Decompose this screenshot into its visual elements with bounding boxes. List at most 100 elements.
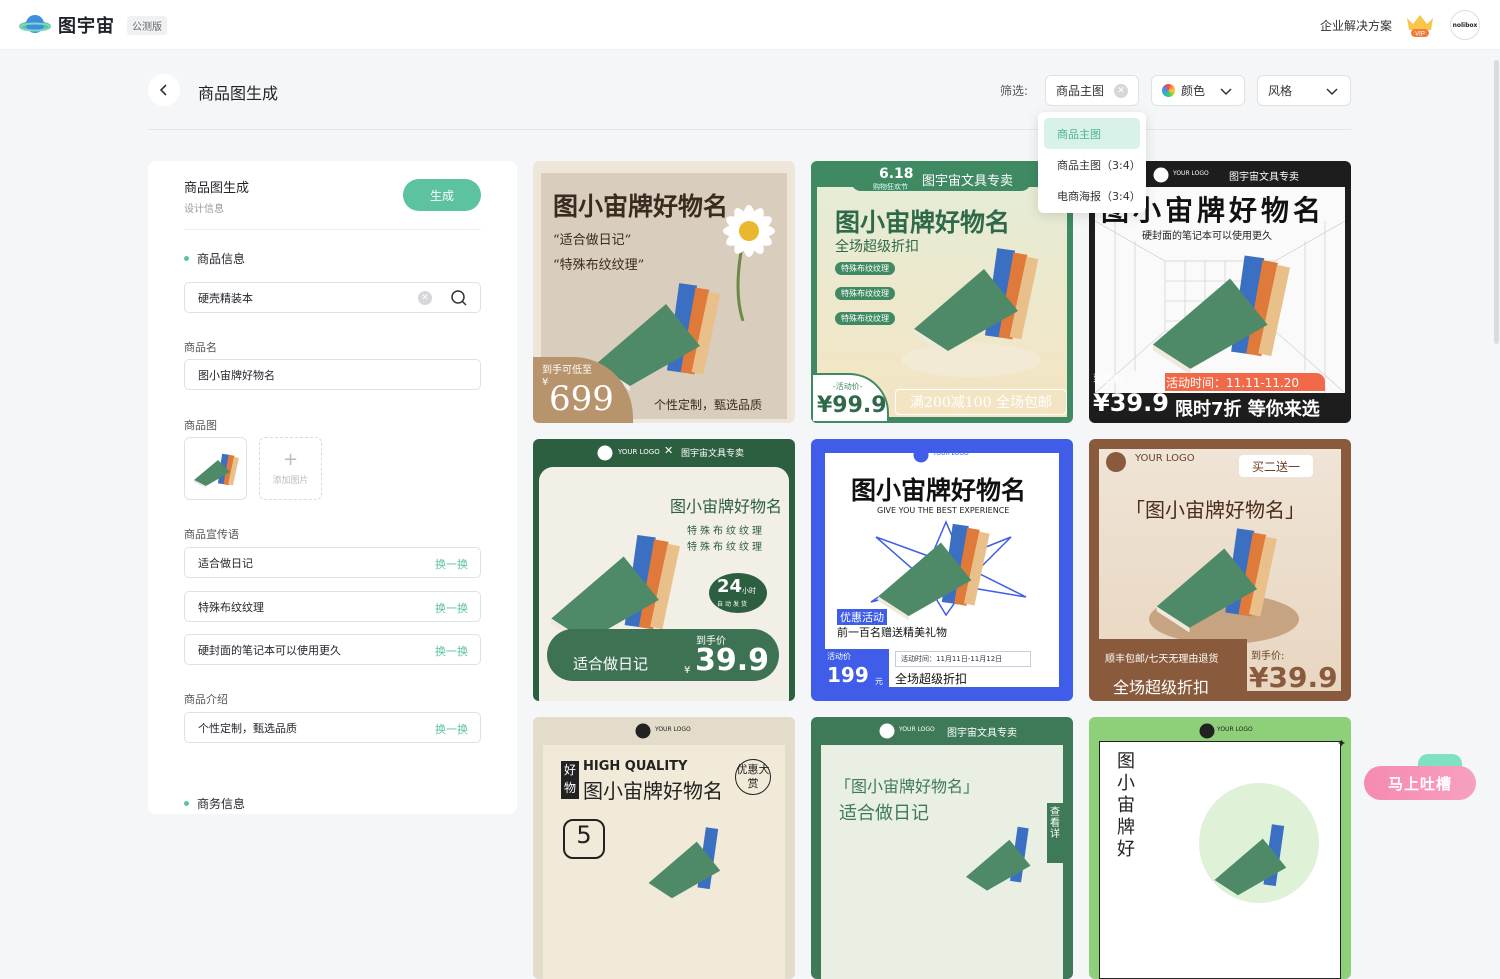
swap-button[interactable]: 换一换	[435, 556, 468, 572]
panel-subtitle: 设计信息	[184, 204, 224, 215]
slogan-value: 硬封面的笔记本可以使用更久	[198, 643, 341, 657]
logo-badge-icon	[635, 723, 651, 739]
notebook-product-icon	[1214, 824, 1287, 896]
product-search-input[interactable]: 硬壳精装本 ✕	[184, 282, 481, 313]
logo-badge-icon	[1106, 452, 1126, 472]
tag-pill: 特殊布纹纹理	[835, 262, 895, 275]
template-card-9[interactable]: YOUR LOGO 图小宙牌好 ✦	[1089, 717, 1351, 979]
type-filter-dropdown: 商品主图 商品主图（3:4） 电商海报（3:4）	[1038, 112, 1146, 213]
app-logo[interactable]: 图宇宙 公测版	[18, 12, 167, 38]
template-card-8[interactable]: YOUR LOGO 图宇宙文具专卖 「图小宙牌好物名」 适合做日记 查看详	[811, 717, 1073, 979]
planet-logo-icon	[19, 15, 51, 33]
intro-value: 个性定制，甄选品质	[198, 721, 297, 735]
promo: 限时7折 等你来选	[1175, 399, 1320, 420]
slogan-input-3[interactable]: 硬封面的笔记本可以使用更久 换一换	[184, 634, 481, 665]
intro-input[interactable]: 个性定制，甄选品质 换一换	[184, 712, 481, 743]
brand: 图宇宙文具专卖	[922, 174, 1014, 189]
price-label: 到手价:	[1093, 374, 1127, 385]
vip-label: VIP	[1415, 32, 1425, 38]
promo-tag: 买二送一	[1239, 455, 1313, 477]
type-filter-select[interactable]: 商品主图 ✕	[1045, 75, 1139, 106]
vip-crown-icon[interactable]: VIP	[1404, 12, 1436, 38]
add-image-button[interactable]: + 添加图片	[259, 437, 322, 500]
close-x-icon: ✕	[664, 444, 674, 457]
sparkle-icon: ✦	[1337, 737, 1347, 750]
enterprise-solutions-link[interactable]: 企业解决方案	[1320, 17, 1392, 34]
product-image-label: 商品图	[184, 419, 217, 432]
color-filter-select[interactable]: 颜色	[1151, 75, 1245, 106]
side-tag: 好物	[561, 761, 579, 799]
event-time: 活动时间：11.11-11.20	[1166, 376, 1300, 390]
logo-text: YOUR LOGO	[1135, 453, 1195, 464]
swap-button[interactable]: 换一换	[435, 721, 468, 737]
feedback-button[interactable]: 马上吐槽	[1364, 766, 1476, 800]
price-label: 活动价	[827, 652, 851, 661]
header-divider	[148, 129, 1351, 130]
panel-divider	[184, 229, 481, 230]
product-name-label: 商品名	[184, 341, 217, 354]
card-title: 「图小宙牌好物名」	[835, 777, 980, 796]
template-card-4[interactable]: YOUR LOGO ✕ 图宇宙文具专卖 图小宙牌好物名 特殊布纹纹理 特殊布纹纹…	[533, 439, 795, 701]
logo-badge-icon	[879, 723, 895, 739]
vertical-title: 图小宙牌好	[1117, 751, 1135, 860]
type-filter-value: 商品主图	[1056, 84, 1105, 98]
card-title: 「图小宙牌好物名」	[1125, 498, 1305, 522]
product-name-input[interactable]: 图小宙牌好物名	[184, 359, 481, 390]
price-unit: 元	[875, 677, 883, 686]
back-button[interactable]	[148, 74, 180, 106]
number-badge: 5	[563, 819, 605, 859]
product-form-panel: 商品图生成 设计信息 生成 商品信息 硬壳精装本 ✕ 商品名 图小宙牌好物名 商…	[148, 161, 517, 814]
card-line: 特殊布纹纹理	[687, 542, 765, 553]
section-business-info: 商务信息	[184, 795, 245, 812]
tag-pill: 特殊布纹纹理	[835, 312, 895, 325]
notebook-product-icon	[914, 248, 1039, 356]
page-scrollbar[interactable]	[1494, 60, 1499, 344]
template-card-5[interactable]: YOUR LOGO 图小宙牌好物名 GIVE YOU THE BEST EXPE…	[811, 439, 1073, 701]
template-card-7[interactable]: YOUR LOGO 好物 HIGH QUALITY 图小宙牌好物名 优惠大赏 5	[533, 717, 795, 979]
hours-sub: 自动发货	[717, 601, 750, 608]
discount: 全场超级折扣	[1113, 678, 1210, 697]
notebook-product-icon	[1152, 255, 1291, 375]
card-title: 图小宙牌好物名	[835, 208, 1011, 237]
clear-input-icon[interactable]: ✕	[418, 291, 432, 305]
logo-text: YOUR LOGO	[1217, 726, 1253, 733]
dropdown-option[interactable]: 商品主图	[1044, 118, 1140, 149]
product-name-value: 图小宙牌好物名	[198, 368, 275, 382]
section-product-info: 商品信息	[184, 250, 245, 267]
slogan-input-1[interactable]: 适合做日记 换一换	[184, 547, 481, 578]
promo-banner: 满200减100 全场包邮	[895, 389, 1067, 415]
card-subtitle: 适合做日记	[839, 803, 929, 824]
notebook-product-icon	[648, 827, 721, 899]
template-card-6[interactable]: YOUR LOGO 买二送一 「图小宙牌好物名」 顺丰包邮/七天无理由退货 全场…	[1089, 439, 1351, 701]
notebook-product-icon	[1156, 528, 1277, 633]
slogan-value: 特殊布纹纹理	[198, 600, 264, 614]
template-card-2[interactable]: 6.18 购物狂欢节 图宇宙文具专卖 图小宙牌好物名 全场超级折扣 特殊布纹纹理…	[811, 161, 1073, 423]
template-card-1[interactable]: 图小宙牌好物名 “适合做日记” “特殊布纹纹理” 到手可低至 ¥ 699 个性定…	[533, 161, 795, 423]
discount: 全场超级折扣	[895, 672, 968, 686]
style-filter-select[interactable]: 风格	[1257, 75, 1351, 106]
clear-filter-icon[interactable]: ✕	[1114, 84, 1128, 98]
generate-button[interactable]: 生成	[403, 179, 481, 211]
user-avatar[interactable]: nolibox	[1450, 10, 1480, 40]
logo-text: YOUR LOGO	[655, 726, 691, 733]
promo-tag: 优惠活动	[837, 609, 887, 625]
price-label: 到手价:	[1251, 651, 1285, 662]
price: 39.9	[695, 643, 770, 678]
book-thumbnail-icon	[193, 453, 239, 488]
logo-text: YOUR LOGO	[618, 448, 660, 456]
dropdown-option[interactable]: 电商海报（3:4）	[1044, 180, 1141, 211]
promo-text: 前一百名赠送精美礼物	[837, 626, 947, 639]
swap-button[interactable]: 换一换	[435, 643, 468, 659]
product-image-thumbnail[interactable]	[184, 437, 247, 500]
price: 699	[549, 379, 614, 419]
event-date: 6.18	[879, 166, 914, 182]
swap-button[interactable]: 换一换	[435, 600, 468, 616]
price: 199	[827, 663, 869, 687]
brand: 图宇宙文具专卖	[681, 449, 745, 459]
price-label: -活动价-	[833, 382, 863, 391]
slogan-input-2[interactable]: 特殊布纹纹理 换一换	[184, 591, 481, 622]
app-name: 图宇宙	[58, 16, 115, 37]
dropdown-option[interactable]: 商品主图（3:4）	[1044, 149, 1141, 180]
hq-label: HIGH QUALITY	[583, 759, 688, 774]
search-icon[interactable]	[450, 289, 468, 307]
